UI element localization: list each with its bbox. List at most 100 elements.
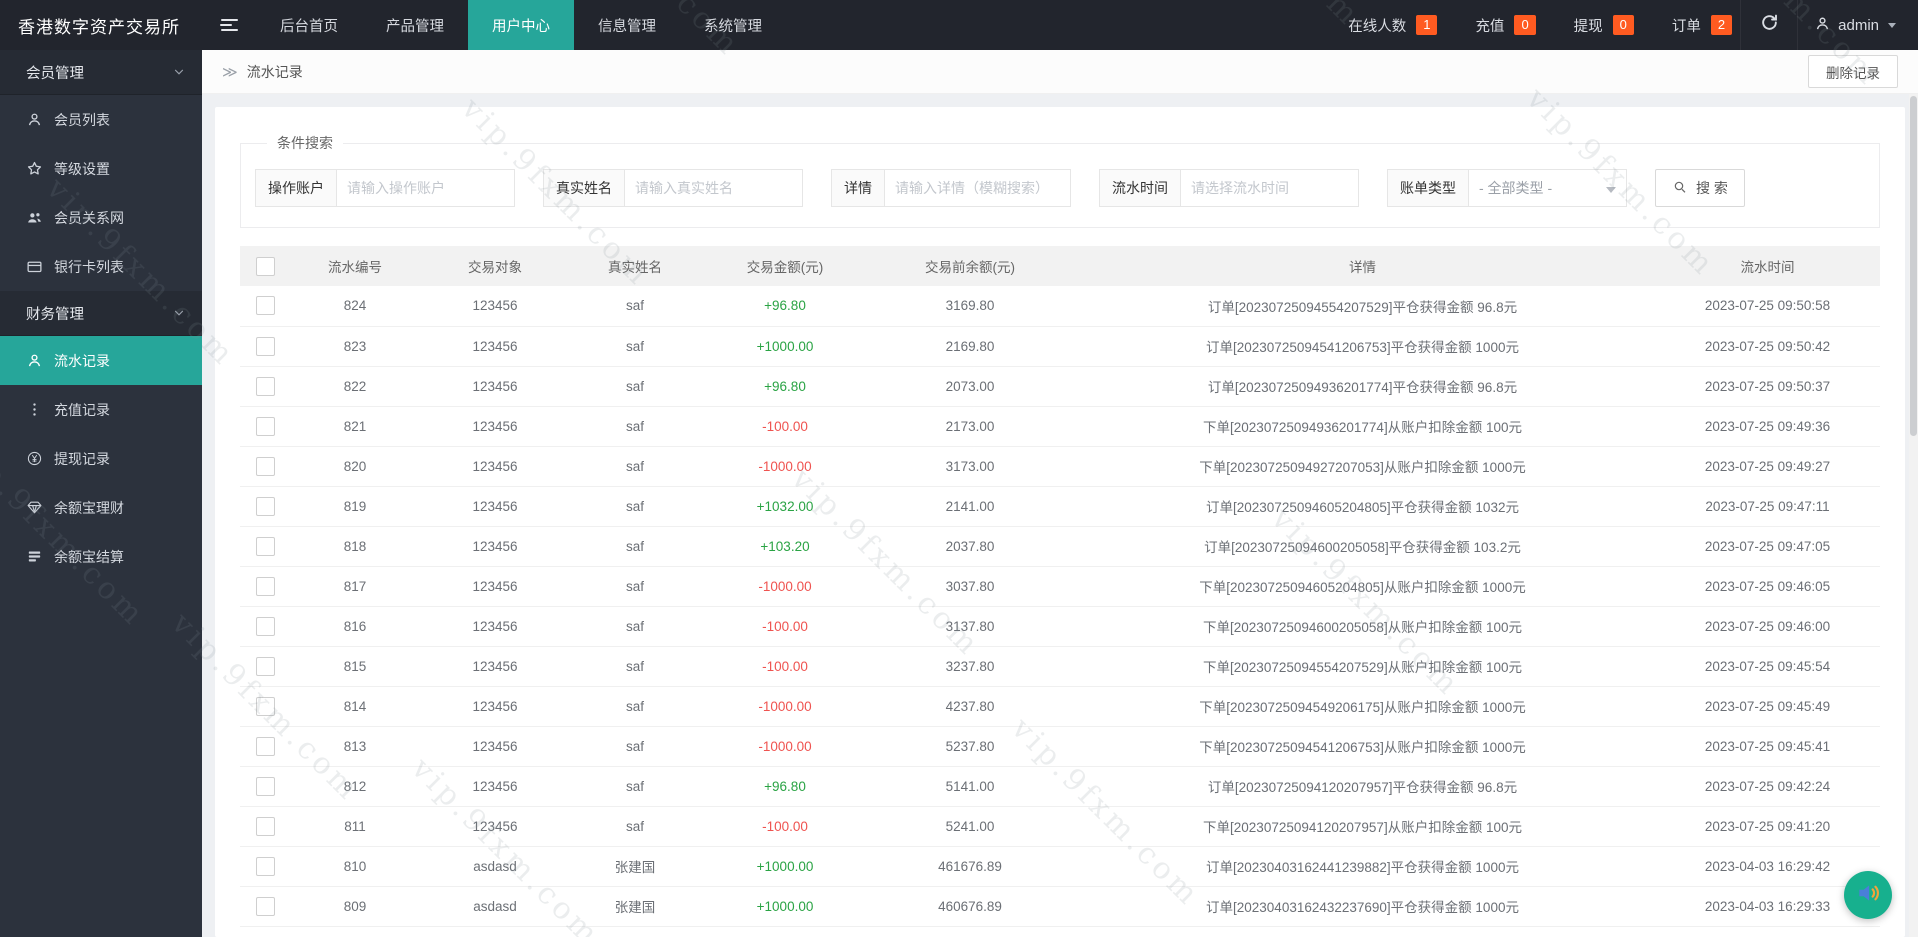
- row-select-cell: [240, 286, 290, 326]
- cell-id: 814: [343, 698, 367, 714]
- table-row: 823 123456 saf +1000.00 2169.80 订单[2023072509…: [240, 326, 1880, 366]
- cell-detail: 下单[20230403162441239882]从账户扣除金额 1000元: [1070, 926, 1655, 937]
- filter-bill-type: 账单类型 - 全部类型 -: [1387, 169, 1627, 207]
- row-checkbox[interactable]: [255, 696, 275, 716]
- nav-tab-user-center[interactable]: 用户中心: [468, 0, 574, 50]
- row-checkbox[interactable]: [255, 536, 275, 556]
- column-header-0: 流水编号: [328, 260, 382, 275]
- cell-name: 张建国: [614, 860, 656, 875]
- row-select-cell: [240, 566, 290, 606]
- column-header-6: 流水时间: [1740, 260, 1795, 275]
- table-row: 808asdasd张建国-1000.00461676.89下单[20230403…: [240, 926, 1880, 937]
- counter-withdraw[interactable]: 提现 0: [1574, 15, 1634, 36]
- row-checkbox[interactable]: [255, 376, 275, 396]
- user-menu[interactable]: admin: [1797, 0, 1918, 50]
- cell-target: 123456: [472, 338, 518, 354]
- cell-target: asdasd: [473, 858, 517, 874]
- sidebar: 会员管理 会员列表 等级设置会员关系网银行卡列表财务管理流水记录 充值记录 提现记录余额…: [0, 50, 202, 937]
- column-header-2: 真实姓名: [608, 260, 662, 275]
- scrollbar-thumb[interactable]: [1910, 96, 1917, 436]
- cell-detail: 下单[20230725094600205058]从账户扣除金额 100元: [1203, 620, 1522, 635]
- sidebar-item-yuebao-invest[interactable]: 余额宝理财: [0, 483, 202, 532]
- sidebar-item-label: 银行卡列表: [54, 258, 124, 275]
- sidebar-group-members[interactable]: 会员管理: [0, 50, 202, 95]
- row-checkbox[interactable]: [255, 416, 275, 436]
- row-checkbox[interactable]: [255, 736, 275, 756]
- row-select-cell: [240, 326, 290, 366]
- row-checkbox[interactable]: [255, 336, 275, 356]
- table-row: 822 123456 saf +96.80 2073.00 订单[202307250949…: [240, 366, 1880, 406]
- filter-label: 操作账户: [255, 169, 337, 207]
- sidebar-item-bank-cards[interactable]: 银行卡列表: [0, 242, 202, 291]
- page-scrollbar[interactable]: [1909, 94, 1918, 937]
- row-checkbox[interactable]: [255, 616, 275, 636]
- row-checkbox[interactable]: [255, 896, 275, 916]
- counter-recharge[interactable]: 充值 0: [1475, 15, 1536, 36]
- row-select-cell: [240, 446, 290, 486]
- row-checkbox[interactable]: [255, 456, 275, 476]
- user-icon: [26, 111, 43, 128]
- detail-input[interactable]: [885, 169, 1071, 207]
- flow-time-input[interactable]: [1181, 169, 1359, 207]
- filter-label: 流水时间: [1099, 169, 1181, 207]
- sidebar-toggle-button[interactable]: [202, 0, 256, 50]
- nav-tab-info[interactable]: 信息管理: [574, 0, 680, 50]
- sidebar-item-label: 余额宝理财: [54, 499, 124, 516]
- counter-label: 提现: [1573, 18, 1603, 35]
- sidebar-item-yuebao-settle[interactable]: 余额宝结算: [0, 532, 202, 581]
- column-header-3: 交易金额(元): [746, 260, 824, 275]
- refresh-button[interactable]: [1740, 0, 1797, 50]
- filter-label: 账单类型: [1387, 169, 1469, 207]
- sound-float-button[interactable]: [1844, 871, 1892, 919]
- filter-label: 详情: [831, 169, 885, 207]
- cell-balance: 3037.80: [945, 578, 995, 594]
- sidebar-item-level-settings[interactable]: 等级设置: [0, 144, 202, 193]
- cell-id: 821: [343, 418, 367, 434]
- table-row: 824 123456 saf +96.80 3169.80 订单[202307250945…: [240, 286, 1880, 326]
- sidebar-item-label: 会员关系网: [54, 209, 124, 226]
- delete-records-button[interactable]: 删除记录: [1808, 55, 1898, 88]
- table-row: 820 123456 saf -1000.00 3173.00 下单[2023072509…: [240, 446, 1880, 486]
- row-checkbox[interactable]: [255, 856, 275, 876]
- counter-badge: 1: [1416, 15, 1438, 35]
- real-name-input[interactable]: [625, 169, 803, 207]
- nav-tab-home[interactable]: 后台首页: [256, 0, 362, 50]
- cell-name: saf: [625, 658, 644, 674]
- row-checkbox[interactable]: [255, 776, 275, 796]
- cell-amount: +1000.00: [756, 858, 814, 874]
- cell-time: 2023-07-25 09:41:20: [1704, 818, 1831, 834]
- cell-balance: 5237.80: [945, 738, 995, 754]
- cell-time: 2023-07-25 09:45:41: [1704, 738, 1831, 754]
- cell-id: 809: [343, 898, 367, 914]
- counter-orders[interactable]: 订单 2: [1672, 15, 1733, 36]
- cell-id: 810: [343, 858, 367, 874]
- row-checkbox[interactable]: [255, 296, 275, 316]
- cell-balance: 3173.00: [945, 458, 995, 474]
- bill-type-select[interactable]: - 全部类型 -: [1469, 169, 1627, 207]
- select-all-checkbox[interactable]: [255, 256, 275, 276]
- sidebar-group-title: 财务管理: [26, 306, 84, 323]
- search-panel-legend: 条件搜索: [277, 135, 333, 151]
- cell-target: 123456: [472, 618, 518, 634]
- sidebar-item-withdraw-records[interactable]: 提现记录: [0, 434, 202, 483]
- sidebar-item-member-list[interactable]: 会员列表: [0, 95, 202, 144]
- filter-real-name: 真实姓名: [543, 169, 803, 207]
- nav-tab-products[interactable]: 产品管理: [362, 0, 468, 50]
- search-button[interactable]: 搜 索: [1655, 169, 1745, 207]
- chevron-down-icon: [1606, 187, 1616, 193]
- row-checkbox[interactable]: [255, 816, 275, 836]
- sidebar-item-recharge-records[interactable]: 充值记录: [0, 385, 202, 434]
- row-checkbox[interactable]: [255, 496, 275, 516]
- operator-account-input[interactable]: [337, 169, 515, 207]
- row-checkbox[interactable]: [255, 656, 275, 676]
- sidebar-item-member-network[interactable]: 会员关系网: [0, 193, 202, 242]
- cell-time: 2023-07-25 09:50:58: [1704, 298, 1831, 314]
- counter-online[interactable]: 在线人数 1: [1348, 15, 1438, 36]
- cell-name: saf: [625, 538, 644, 554]
- search-row: 操作账户 真实姓名 详情 流水时间 账单类型 - 全部类型 - 搜 索: [255, 169, 1865, 207]
- row-checkbox[interactable]: [255, 576, 275, 596]
- nav-tab-system[interactable]: 系统管理: [680, 0, 786, 50]
- sidebar-item-flow-records[interactable]: 流水记录: [0, 336, 202, 385]
- sidebar-group-finance[interactable]: 财务管理: [0, 291, 202, 336]
- row-select-cell: [240, 606, 290, 646]
